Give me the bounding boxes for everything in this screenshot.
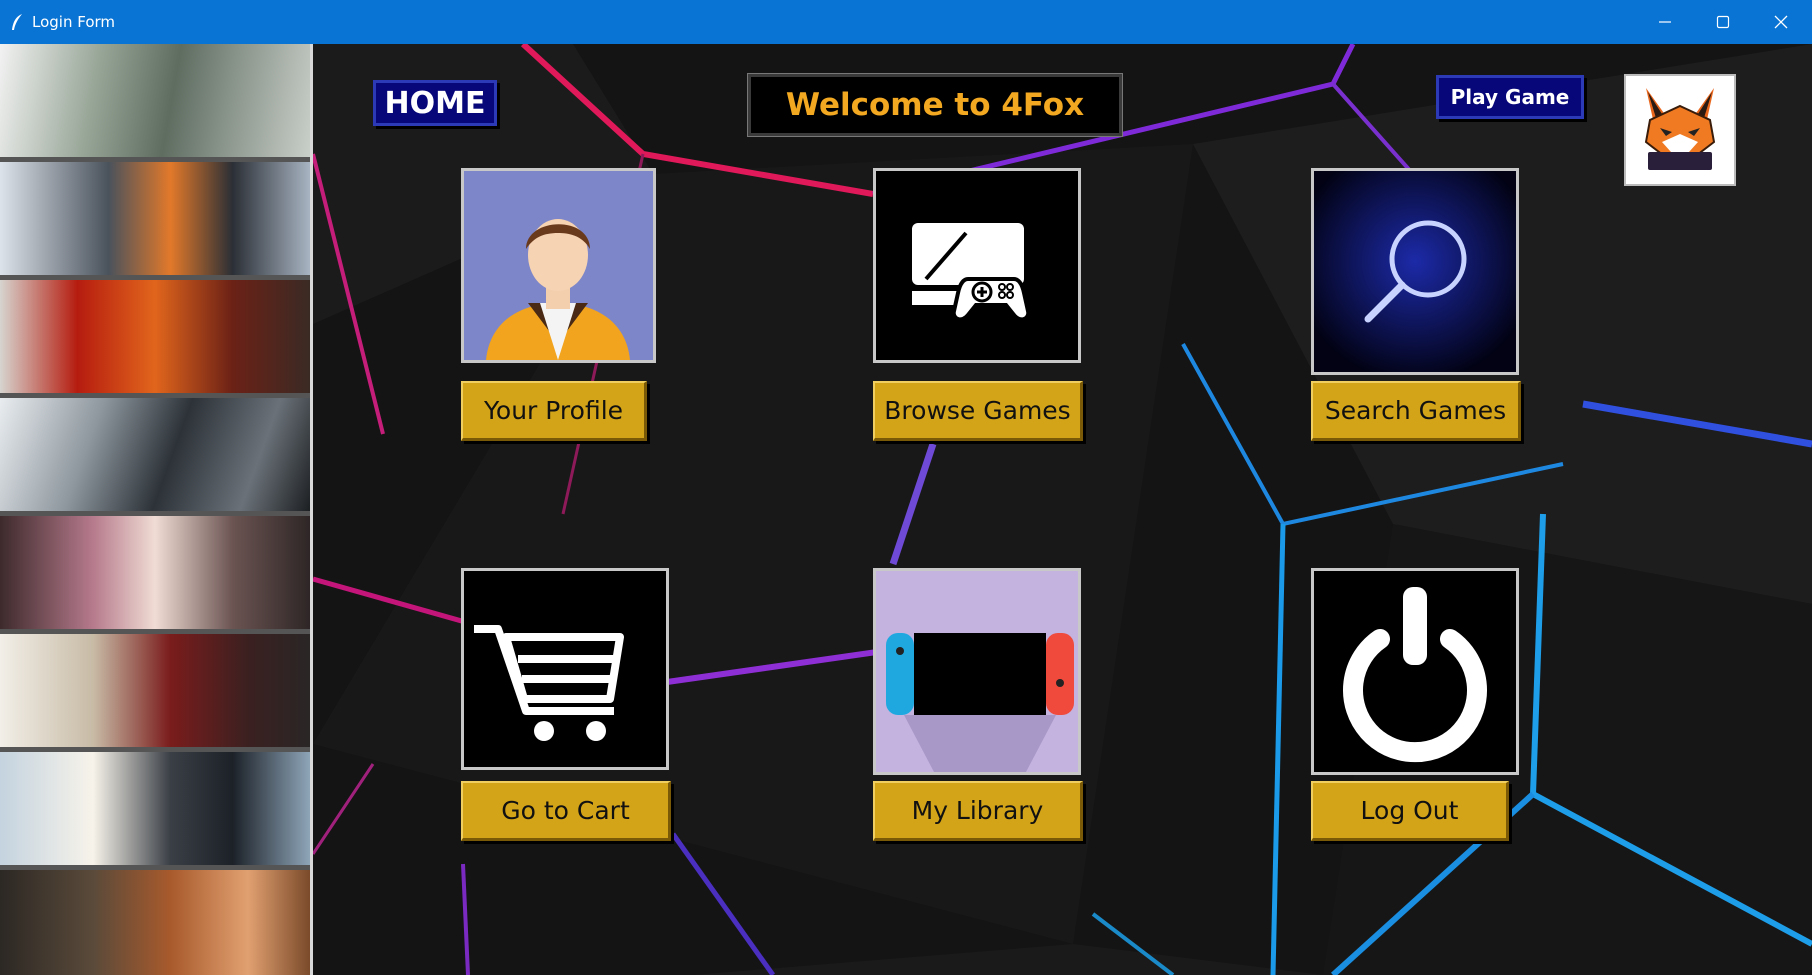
game-art-image [0, 634, 310, 752]
game-art-image [0, 280, 310, 398]
minimize-icon [1659, 21, 1671, 23]
shopping-cart-icon [464, 571, 666, 767]
browse-games-button[interactable]: Browse Games [873, 381, 1083, 441]
play-game-button[interactable]: Play Game [1436, 75, 1584, 119]
minimize-button[interactable] [1636, 0, 1694, 44]
library-tile-image[interactable] [873, 568, 1081, 775]
magnifier-icon [1314, 171, 1516, 372]
go-to-cart-button[interactable]: Go to Cart [461, 781, 671, 841]
fox-logo-icon [1644, 88, 1716, 170]
home-button[interactable]: HOME [373, 80, 497, 126]
search-tile-image[interactable] [1311, 168, 1519, 375]
game-art-strip [0, 44, 310, 975]
game-art-image [0, 398, 310, 516]
log-out-button[interactable]: Log Out [1311, 781, 1509, 841]
game-art-image [0, 44, 310, 162]
game-art-image [0, 162, 310, 280]
console-gamepad-icon [876, 171, 1078, 360]
game-art-image [0, 870, 310, 975]
handheld-console-icon [876, 571, 1078, 772]
game-art-image [0, 516, 310, 634]
close-icon [1774, 15, 1788, 29]
my-library-button[interactable]: My Library [873, 781, 1083, 841]
your-profile-button[interactable]: Your Profile [461, 381, 647, 441]
window-titlebar: Login Form [0, 0, 1812, 44]
fox-logo [1624, 74, 1736, 186]
power-icon [1314, 571, 1516, 772]
browse-tile-image[interactable] [873, 168, 1081, 363]
profile-tile-image[interactable] [461, 168, 656, 363]
close-button[interactable] [1752, 0, 1810, 44]
user-avatar-icon [464, 171, 653, 360]
maximize-button[interactable] [1694, 0, 1752, 44]
window-title: Login Form [32, 13, 116, 31]
search-games-button[interactable]: Search Games [1311, 381, 1521, 441]
game-art-image [0, 752, 310, 870]
maximize-icon [1716, 15, 1730, 29]
logout-tile-image[interactable] [1311, 568, 1519, 775]
cart-tile-image[interactable] [461, 568, 669, 770]
welcome-banner: Welcome to 4Fox [747, 73, 1123, 137]
feather-icon [12, 14, 22, 30]
